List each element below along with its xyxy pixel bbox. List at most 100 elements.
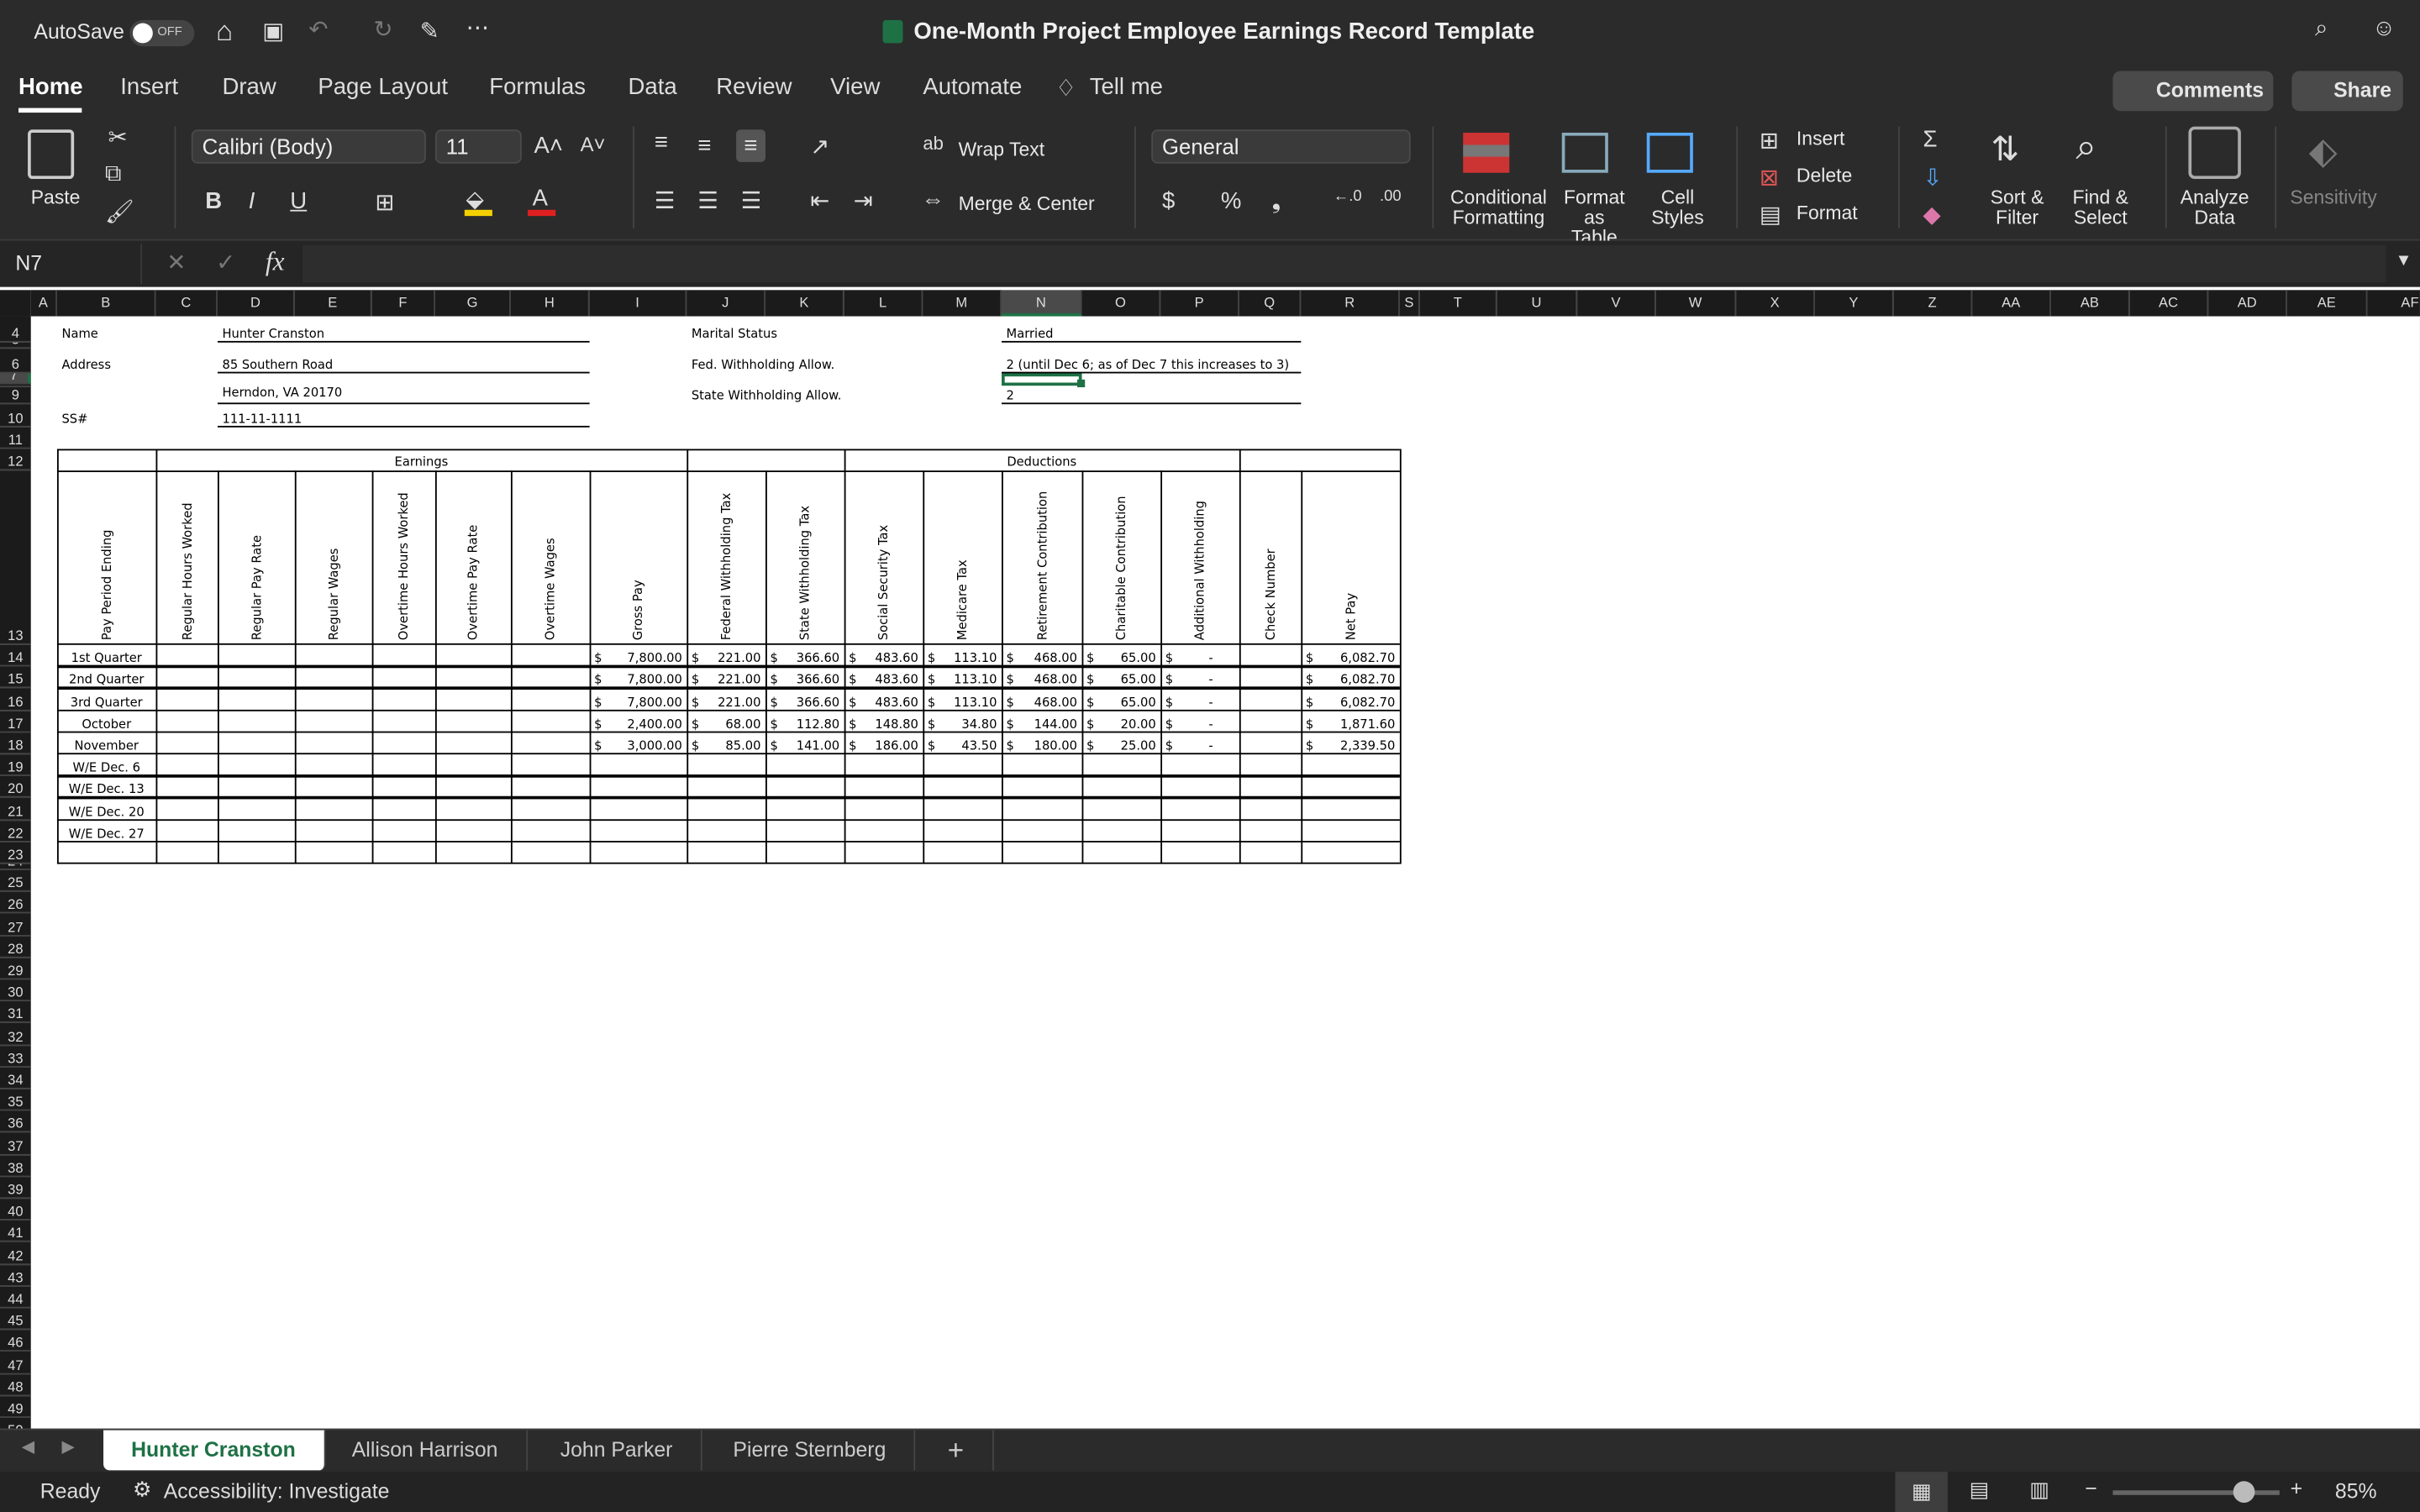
add-sheet-button[interactable]: + xyxy=(920,1430,993,1471)
cell-styles-button[interactable]: Cell Styles xyxy=(1645,187,1710,228)
sheet-tab-allison-harrison[interactable]: Allison Harrison xyxy=(324,1430,528,1471)
row-header[interactable]: 40 xyxy=(0,1199,31,1221)
column-header[interactable]: AF xyxy=(2367,290,2420,317)
cancel-icon[interactable]: ✕ xyxy=(166,249,186,276)
sheet-tab-hunter-cranston[interactable]: Hunter Cranston xyxy=(103,1430,325,1471)
row-header[interactable]: 50 xyxy=(0,1417,31,1429)
row-header[interactable]: 14 xyxy=(0,644,31,667)
column-header[interactable]: Y xyxy=(1814,290,1894,317)
row-header[interactable]: 34 xyxy=(0,1067,31,1089)
row-header[interactable]: 29 xyxy=(0,958,31,980)
row-header[interactable]: 23 xyxy=(0,842,31,864)
zoom-slider-handle[interactable] xyxy=(2233,1481,2255,1503)
column-header[interactable]: AB xyxy=(2050,290,2130,317)
expand-formula-icon[interactable]: ▼ xyxy=(2396,251,2412,270)
row-header[interactable]: 10 xyxy=(0,404,31,428)
decrease-decimal-icon[interactable]: .00 xyxy=(1380,188,1402,205)
align-bottom-icon[interactable]: ≡ xyxy=(736,129,765,162)
bold-icon[interactable]: B xyxy=(205,188,222,214)
tab-home[interactable]: Home xyxy=(18,74,83,100)
align-center-icon[interactable]: ☰ xyxy=(697,186,718,214)
share-button[interactable]: Share xyxy=(2291,71,2403,112)
row-header[interactable]: 6 xyxy=(0,349,31,374)
column-header[interactable]: AD xyxy=(2208,290,2287,317)
column-header[interactable]: L xyxy=(844,290,923,317)
home-icon[interactable]: ⌂ xyxy=(216,15,233,48)
row-header[interactable]: 45 xyxy=(0,1308,31,1331)
row-header[interactable]: 36 xyxy=(0,1110,31,1133)
tab-insert[interactable]: Insert xyxy=(120,74,178,100)
column-header[interactable]: P xyxy=(1160,290,1239,317)
row-header[interactable]: 24 xyxy=(0,864,31,870)
row-header[interactable]: 49 xyxy=(0,1395,31,1418)
row-header[interactable]: 22 xyxy=(0,820,31,843)
paste-icon[interactable] xyxy=(28,129,75,180)
fill-icon[interactable]: ⇩ xyxy=(1923,164,1943,192)
fill-color-icon[interactable]: ⬙ xyxy=(466,185,484,213)
column-header[interactable]: J xyxy=(687,290,766,317)
row-header[interactable]: 31 xyxy=(0,1001,31,1024)
conditional-formatting-button[interactable]: Conditional Formatting xyxy=(1448,187,1549,228)
fill-handle[interactable] xyxy=(1077,379,1086,388)
row-header[interactable]: 39 xyxy=(0,1177,31,1200)
column-header[interactable]: AE xyxy=(2286,290,2368,317)
row-header[interactable]: 9 xyxy=(0,387,31,405)
column-header[interactable]: G xyxy=(434,290,511,317)
row-header[interactable]: 37 xyxy=(0,1132,31,1155)
row-header[interactable]: 30 xyxy=(0,979,31,1002)
row-header[interactable]: 47 xyxy=(0,1352,31,1374)
font-color-icon[interactable]: A xyxy=(533,185,548,211)
comments-button[interactable]: Comments xyxy=(2112,71,2274,112)
enter-icon[interactable]: ✓ xyxy=(216,249,235,276)
decrease-indent-icon[interactable]: ⇤ xyxy=(810,186,829,214)
row-header[interactable]: 16 xyxy=(0,688,31,711)
align-right-icon[interactable]: ☰ xyxy=(741,186,762,214)
format-as-table-button[interactable]: Format as Table xyxy=(1559,187,1629,249)
column-header[interactable]: A xyxy=(30,290,57,317)
row-header[interactable]: 21 xyxy=(0,798,31,821)
function-icon[interactable]: fx xyxy=(266,247,285,278)
name-box[interactable]: N7 xyxy=(0,244,142,284)
tab-data[interactable]: Data xyxy=(629,74,677,100)
formula-input[interactable] xyxy=(302,245,2386,283)
align-left-icon[interactable]: ☰ xyxy=(655,186,676,214)
row-header[interactable]: 13 xyxy=(0,470,31,645)
zoom-in-icon[interactable]: + xyxy=(2291,1477,2302,1500)
sort-filter-button[interactable]: Sort & Filter xyxy=(1985,187,2049,228)
row-header[interactable]: 28 xyxy=(0,936,31,958)
orientation-icon[interactable]: ↗ xyxy=(810,133,829,160)
cut-icon[interactable]: ✂ xyxy=(108,123,128,151)
italic-icon[interactable]: I xyxy=(249,188,255,214)
row-header[interactable]: 11 xyxy=(0,427,31,449)
selected-cell[interactable] xyxy=(1002,373,1082,386)
column-header[interactable]: F xyxy=(371,290,435,317)
tell-me[interactable]: Tell me xyxy=(1090,74,1163,100)
column-header[interactable]: AC xyxy=(2129,290,2209,317)
row-header[interactable]: 20 xyxy=(0,776,31,799)
row-header[interactable]: 32 xyxy=(0,1023,31,1046)
column-header[interactable]: W xyxy=(1655,290,1737,317)
format-painter-icon[interactable]: 🖌 xyxy=(105,197,134,225)
redo-icon[interactable]: ↻ xyxy=(373,15,392,43)
column-header[interactable]: O xyxy=(1081,290,1161,317)
column-header[interactable]: X xyxy=(1736,290,1815,317)
paste-button[interactable]: Paste xyxy=(31,187,81,208)
column-header[interactable]: M xyxy=(923,290,1002,317)
tab-view[interactable]: View xyxy=(830,74,880,100)
copy-icon[interactable]: ⧉ xyxy=(105,160,122,186)
row-header[interactable]: 33 xyxy=(0,1045,31,1068)
more-icon[interactable]: ⋯ xyxy=(466,14,490,41)
next-sheet-icon[interactable]: ▶ xyxy=(61,1436,75,1457)
tab-page-layout[interactable]: Page Layout xyxy=(318,74,448,100)
row-header[interactable]: 48 xyxy=(0,1373,31,1396)
format-button[interactable]: Format xyxy=(1797,203,1858,223)
column-header[interactable]: D xyxy=(217,290,295,317)
row-header[interactable]: 25 xyxy=(0,869,31,892)
save-as-icon[interactable]: ✎ xyxy=(420,17,439,45)
sensitivity-button[interactable]: Sensitivity xyxy=(2287,187,2380,208)
column-header[interactable]: S xyxy=(1399,290,1420,317)
row-header[interactable]: 4 xyxy=(0,316,31,343)
align-middle-icon[interactable]: ≡ xyxy=(697,133,711,159)
search-icon[interactable]: ⌕ xyxy=(2315,15,2328,41)
currency-icon[interactable]: $ xyxy=(1162,188,1175,214)
